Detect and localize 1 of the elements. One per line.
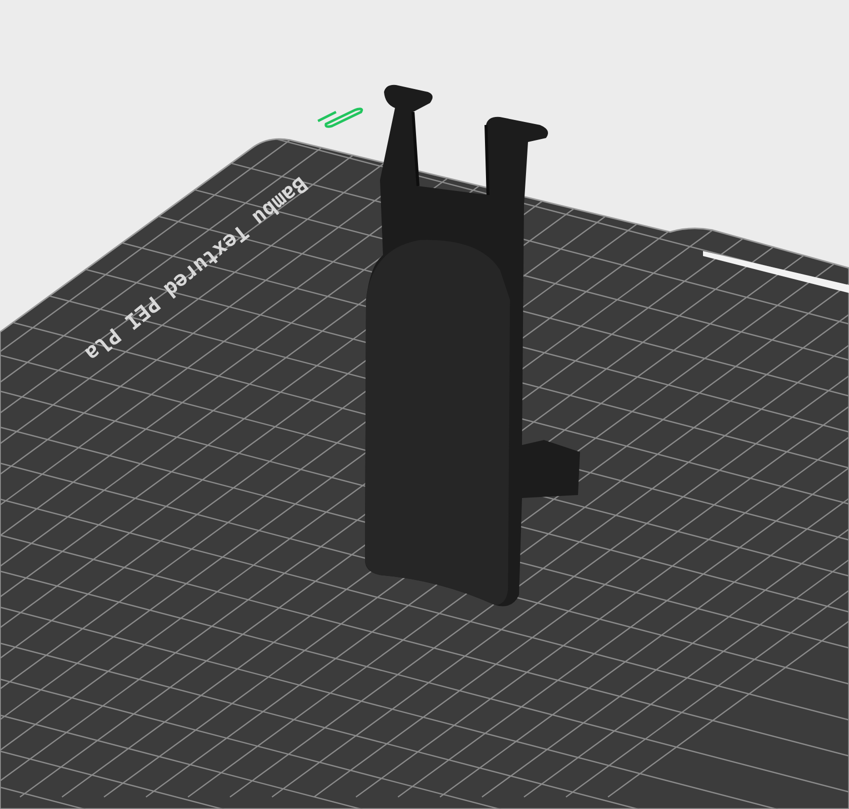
plate-marker-icon [316, 108, 363, 128]
